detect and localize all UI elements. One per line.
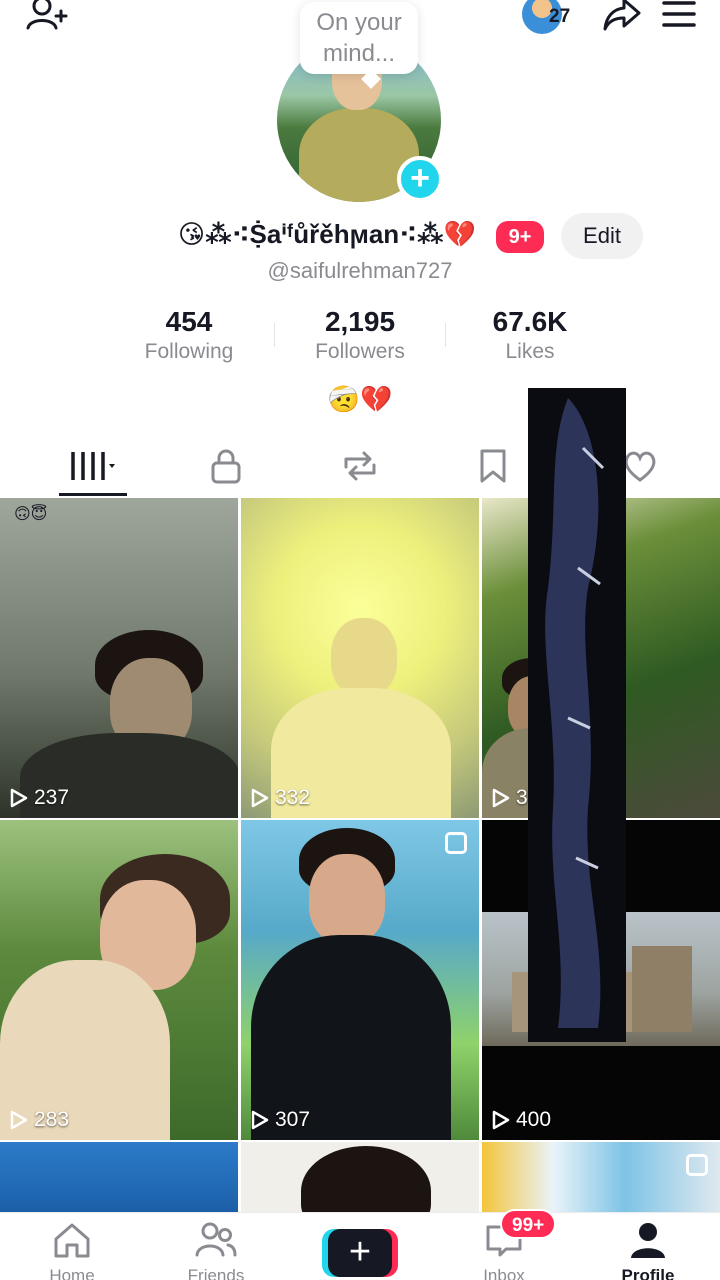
stat-likes[interactable]: 67.6K Likes bbox=[460, 305, 600, 365]
video-tile[interactable]: 332 bbox=[241, 498, 479, 818]
nav-friends[interactable]: Friends bbox=[161, 1221, 271, 1280]
followers-label: Followers bbox=[315, 340, 405, 363]
tab-private[interactable] bbox=[186, 438, 266, 494]
display-name: 😘⁂⁖Ṩaⁱᶠůřěhϻan⁖⁂💔 bbox=[178, 219, 476, 249]
followers-count: 2,195 bbox=[324, 306, 396, 337]
video-hair bbox=[301, 1146, 431, 1212]
add-story-button[interactable]: + bbox=[397, 156, 443, 202]
bookmark-icon bbox=[480, 449, 506, 483]
heart-icon bbox=[624, 451, 656, 482]
stats-row: 454 Following 2,195 Followers 67.6K Like… bbox=[0, 305, 720, 369]
play-icon bbox=[251, 1110, 269, 1130]
menu-icon[interactable] bbox=[662, 0, 696, 29]
video-tile[interactable] bbox=[0, 1142, 238, 1212]
plus-icon: + bbox=[328, 1229, 392, 1277]
stat-divider bbox=[445, 323, 446, 347]
edit-profile-button[interactable]: Edit bbox=[561, 213, 643, 259]
username-handle: @saifulrehman727 bbox=[267, 258, 453, 283]
view-count-text: 332 bbox=[275, 786, 311, 809]
view-count-text: 237 bbox=[34, 786, 70, 809]
nav-home-label: Home bbox=[49, 1266, 95, 1280]
thought-bubble[interactable]: On your mind... bbox=[300, 2, 418, 74]
view-count: 307 bbox=[251, 1108, 310, 1132]
thought-bubble-text: On your mind... bbox=[316, 9, 402, 67]
share-icon[interactable] bbox=[602, 0, 642, 32]
stat-following[interactable]: 454 Following bbox=[119, 305, 259, 365]
view-count: 332 bbox=[251, 786, 310, 810]
tab-reposts[interactable] bbox=[320, 438, 400, 494]
add-friend-button[interactable] bbox=[24, 0, 68, 34]
multi-photo-icon bbox=[686, 1154, 708, 1176]
overlay-figure-icon bbox=[528, 388, 626, 1042]
view-count: 237 bbox=[10, 786, 69, 810]
stat-followers[interactable]: 2,195 Followers bbox=[290, 305, 430, 365]
notification-badge[interactable]: 9+ bbox=[496, 221, 544, 253]
multi-photo-icon bbox=[445, 832, 467, 854]
grid-videos-icon bbox=[71, 452, 115, 480]
play-icon bbox=[492, 1110, 510, 1130]
nav-inbox-label: Inbox bbox=[483, 1266, 525, 1280]
fort-tower bbox=[632, 946, 692, 1032]
video-face bbox=[331, 618, 397, 696]
create-button[interactable]: + bbox=[322, 1229, 398, 1277]
name-row: 😘⁂⁖Ṩaⁱᶠůřěhϻan⁖⁂💔 9+ Edit bbox=[0, 213, 720, 259]
view-count: 400 bbox=[492, 1108, 551, 1132]
nav-profile-label: Profile bbox=[621, 1266, 675, 1280]
bottom-nav: Home Friends + Inbox 99+ Profile bbox=[0, 1209, 720, 1280]
inbox-badge: 99+ bbox=[500, 1209, 557, 1239]
tab-videos[interactable] bbox=[53, 438, 133, 494]
home-icon bbox=[54, 1223, 90, 1258]
play-icon bbox=[10, 1110, 28, 1130]
view-count-text: 283 bbox=[34, 1108, 70, 1131]
video-tile[interactable]: 🙃😇 237 bbox=[0, 498, 238, 818]
repost-icon bbox=[344, 451, 376, 481]
mini-avatar-count: 27 bbox=[549, 6, 571, 27]
view-count-text: 400 bbox=[516, 1108, 552, 1131]
video-face bbox=[309, 854, 385, 944]
tab-favorites[interactable] bbox=[453, 438, 533, 494]
following-count: 454 bbox=[165, 306, 213, 337]
overlay-sticker bbox=[528, 388, 626, 1042]
following-label: Following bbox=[144, 340, 234, 363]
nav-profile[interactable]: Profile bbox=[593, 1221, 703, 1280]
story-avatar-button[interactable]: 27 bbox=[522, 0, 582, 34]
sticker: 🙃😇 bbox=[14, 506, 48, 523]
friends-icon bbox=[195, 1222, 237, 1257]
add-friend-icon bbox=[26, 0, 68, 30]
lock-icon bbox=[211, 449, 241, 484]
stat-divider bbox=[274, 323, 275, 347]
nav-home[interactable]: Home bbox=[17, 1221, 127, 1280]
view-count-text: 307 bbox=[275, 1108, 311, 1131]
nav-friends-label: Friends bbox=[187, 1266, 245, 1280]
play-icon bbox=[492, 788, 510, 808]
profile-icon bbox=[631, 1223, 665, 1258]
video-tile[interactable] bbox=[241, 1142, 479, 1212]
active-tab-indicator bbox=[59, 493, 127, 496]
likes-count: 67.6K bbox=[492, 306, 568, 337]
video-tile[interactable]: 307 bbox=[241, 820, 479, 1140]
play-icon bbox=[251, 788, 269, 808]
video-tile[interactable] bbox=[482, 1142, 720, 1212]
view-count: 283 bbox=[10, 1108, 69, 1132]
video-tile[interactable]: 283 bbox=[0, 820, 238, 1140]
likes-label: Likes bbox=[505, 340, 555, 363]
play-icon bbox=[10, 788, 28, 808]
